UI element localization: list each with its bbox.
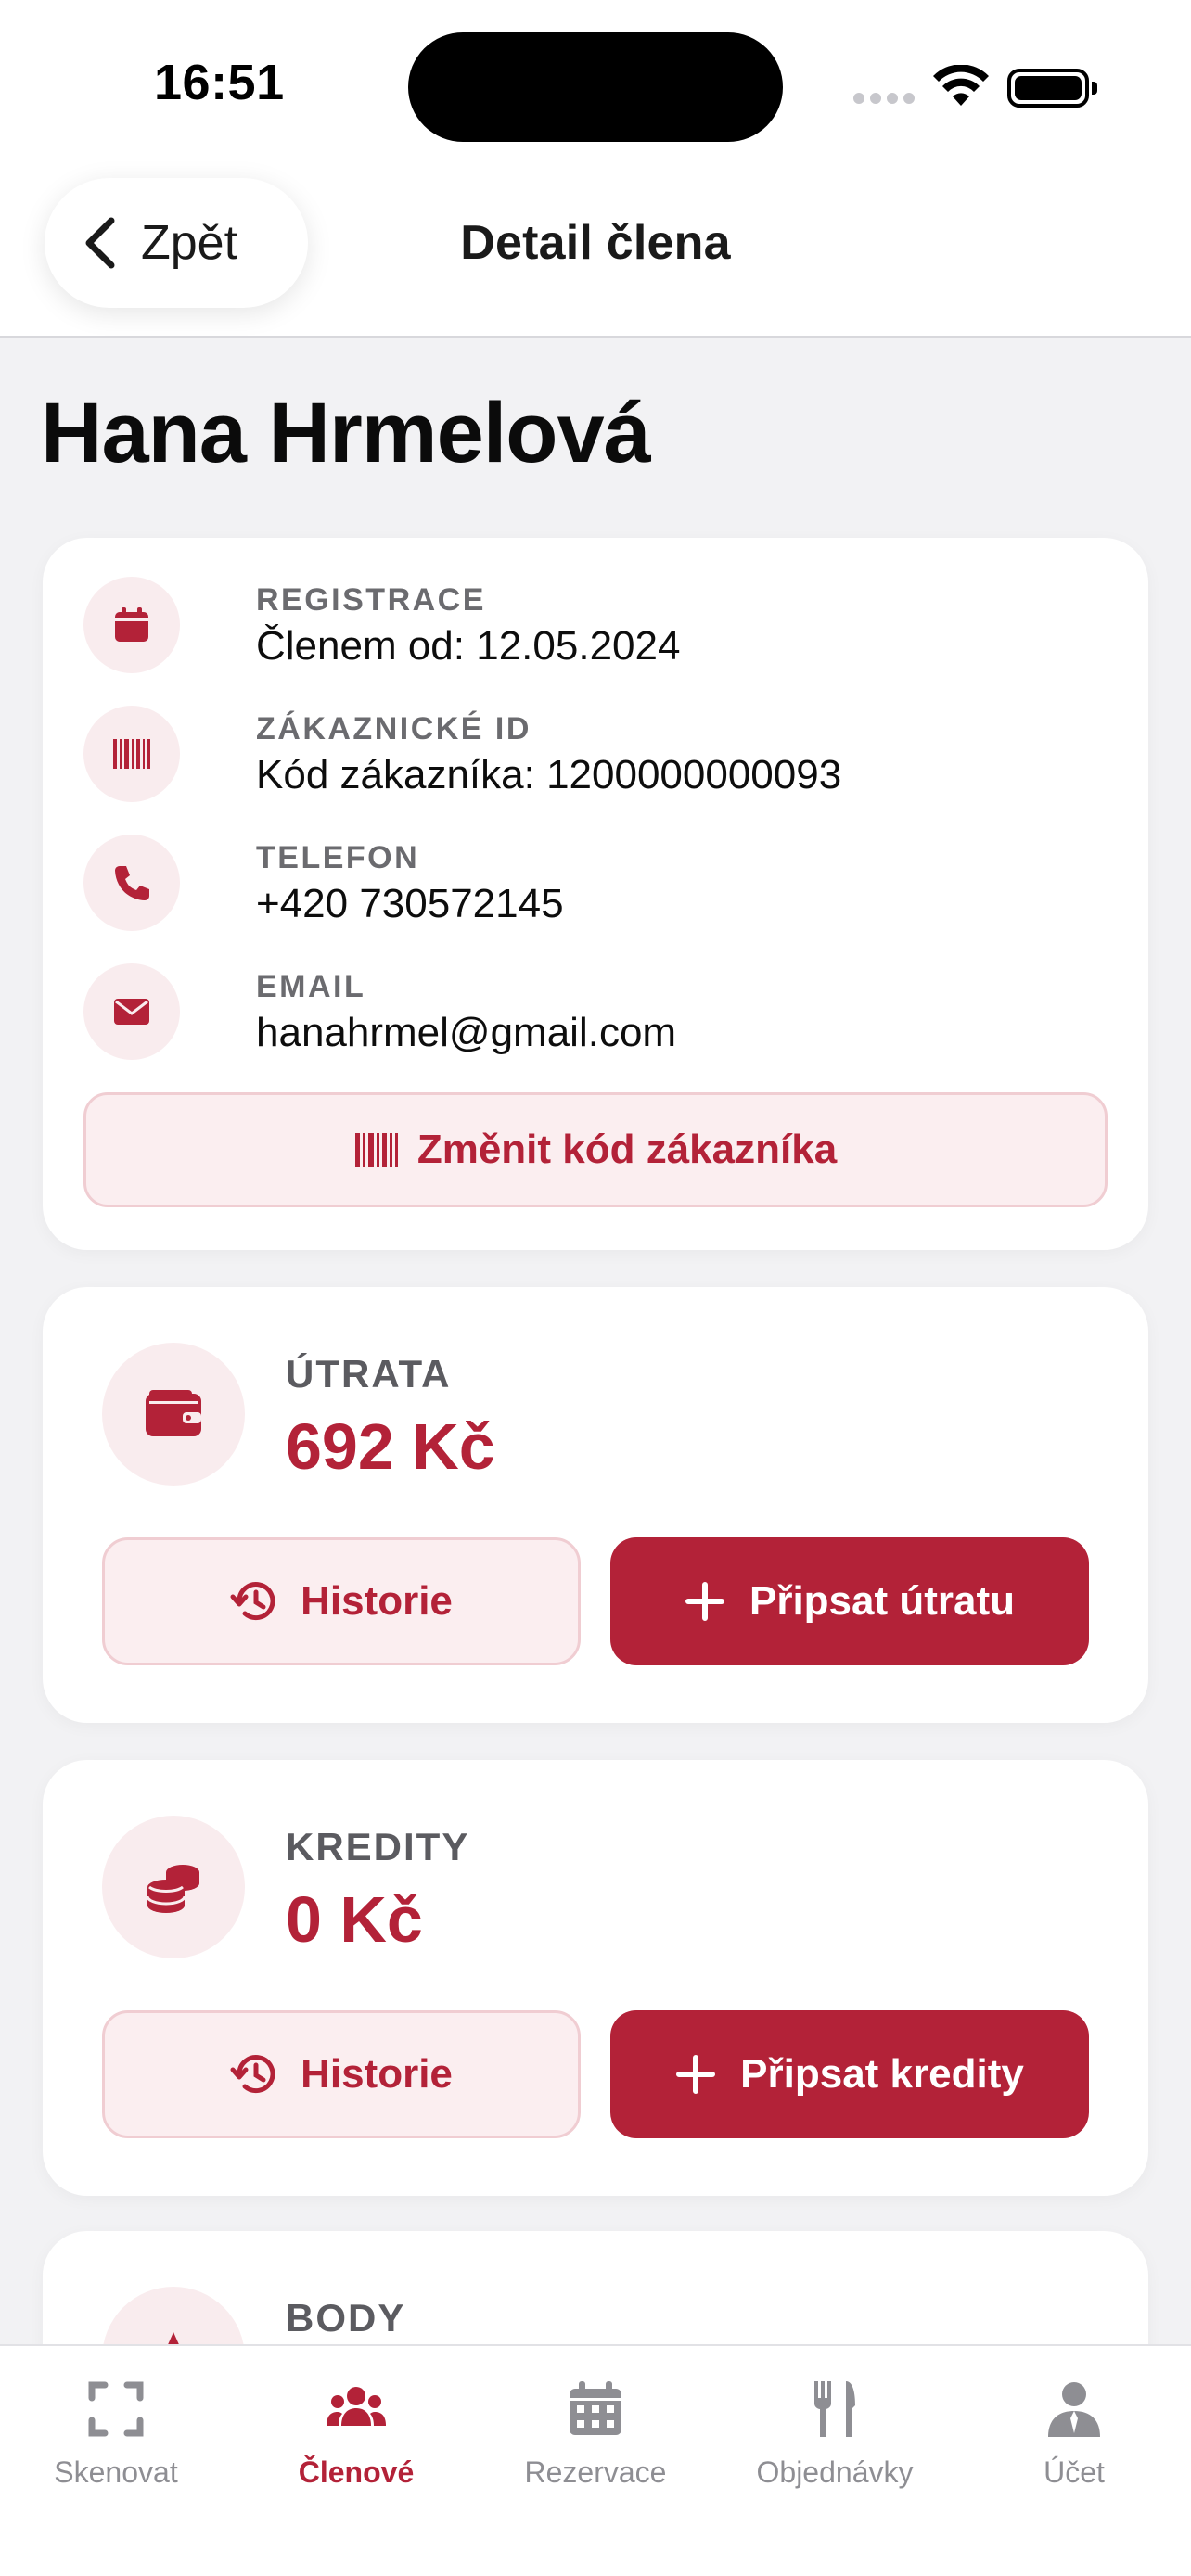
phone-row: TELEFON +420 730572145 <box>83 835 1104 937</box>
spending-card: ÚTRATA 692 Kč Historie Připsat útratu <box>43 1287 1148 1723</box>
add-credits-label: Připsat kredity <box>740 2051 1024 2097</box>
calendar-icon <box>570 2381 621 2435</box>
credits-history-label: Historie <box>301 2051 453 2097</box>
spending-label: ÚTRATA <box>286 1352 452 1396</box>
coins-icon <box>102 1816 245 1958</box>
page-title: Detail člena <box>460 216 731 270</box>
credits-value: 0 Kč <box>286 1883 423 1956</box>
tab-members-label: Členové <box>298 2455 415 2489</box>
phone-icon <box>83 835 180 931</box>
wifi-icon <box>933 65 989 106</box>
spending-value: 692 Kč <box>286 1410 495 1483</box>
account-icon <box>1048 2382 1100 2437</box>
tab-members[interactable]: Členové <box>245 2379 467 2490</box>
customer-id-value: Kód zákazníka: 1200000000093 <box>256 752 842 797</box>
tab-account[interactable]: Účet <box>963 2379 1185 2490</box>
status-time: 16:51 <box>154 55 285 110</box>
add-spending-label: Připsat útratu <box>749 1578 1016 1624</box>
add-credits-button[interactable]: Připsat kredity <box>610 2010 1089 2138</box>
utensils-icon <box>814 2381 855 2437</box>
member-info-card: REGISTRACE Členem od: 12.05.2024 ZÁKAZNI… <box>43 538 1148 1250</box>
spending-history-label: Historie <box>301 1578 453 1624</box>
email-value[interactable]: hanahrmel@gmail.com <box>256 1010 676 1056</box>
registration-label: REGISTRACE <box>256 582 486 618</box>
status-bar: 16:51 <box>0 0 1191 167</box>
tab-orders[interactable]: Objednávky <box>724 2379 946 2490</box>
change-customer-code-label: Změnit kód zákazníka <box>416 1127 838 1172</box>
email-label: EMAIL <box>256 969 366 1004</box>
battery-icon <box>1007 69 1097 108</box>
registration-value: Členem od: 12.05.2024 <box>256 623 681 669</box>
history-icon <box>230 2055 275 2094</box>
nav-header: Zpět Detail člena <box>0 167 1191 338</box>
spending-history-button[interactable]: Historie <box>102 1537 581 1665</box>
envelope-icon <box>83 963 180 1060</box>
members-icon <box>327 2387 386 2426</box>
wallet-icon <box>102 1343 245 1486</box>
customer-id-row: ZÁKAZNICKÉ ID Kód zákazníka: 12000000000… <box>83 706 1104 808</box>
add-spending-button[interactable]: Připsat útratu <box>610 1537 1089 1665</box>
plus-icon <box>685 1582 724 1621</box>
tab-reservations-label: Rezervace <box>524 2455 667 2489</box>
email-row: EMAIL hanahrmel@gmail.com <box>83 963 1104 1065</box>
change-customer-code-button[interactable]: Změnit kód zákazníka <box>83 1092 1108 1207</box>
tab-orders-label: Objednávky <box>756 2455 914 2489</box>
credits-card: KREDITY 0 Kč Historie Připsat kredity <box>43 1760 1148 2196</box>
plus-icon <box>676 2055 716 2094</box>
tab-reservations[interactable]: Rezervace <box>484 2379 707 2490</box>
phone-label: TELEFON <box>256 840 420 875</box>
points-label: BODY <box>286 2296 406 2340</box>
calendar-icon <box>83 577 180 673</box>
customer-id-label: ZÁKAZNICKÉ ID <box>256 711 531 746</box>
credits-label: KREDITY <box>286 1825 470 1868</box>
tab-bar: Skenovat Členové Rezervace Objednávky Úč… <box>0 2344 1191 2576</box>
history-icon <box>230 1582 275 1621</box>
tab-scan-label: Skenovat <box>54 2455 178 2489</box>
cellular-signal-icon <box>853 93 915 104</box>
barcode-icon <box>83 706 180 802</box>
credits-history-button[interactable]: Historie <box>102 2010 581 2138</box>
member-detail-screen: 16:51 Zpět Detail člena Hana Hrmelová RE… <box>0 0 1191 2576</box>
phone-value[interactable]: +420 730572145 <box>256 881 564 927</box>
registration-row: REGISTRACE Členem od: 12.05.2024 <box>83 577 1104 679</box>
tab-scan[interactable]: Skenovat <box>5 2379 227 2490</box>
member-name: Hana Hrmelová <box>41 386 651 480</box>
dynamic-island <box>408 32 783 142</box>
barcode-icon <box>354 1133 398 1167</box>
scan-icon <box>88 2381 144 2437</box>
tab-account-label: Účet <box>1044 2455 1105 2489</box>
